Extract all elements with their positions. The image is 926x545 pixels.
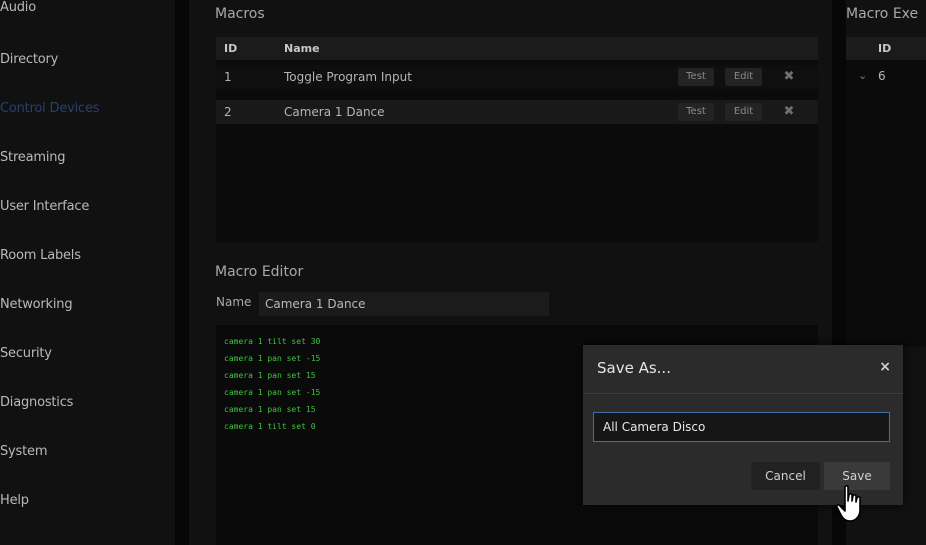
sidebar-item-control-devices[interactable]: Control Devices: [0, 101, 100, 116]
edit-button[interactable]: Edit: [725, 103, 762, 121]
sidebar-item-room-labels[interactable]: Room Labels: [0, 248, 81, 263]
test-button[interactable]: Test: [678, 103, 714, 121]
code-line: camera 1 pan set -15: [224, 354, 321, 363]
code-line: camera 1 tilt set 30: [224, 337, 321, 346]
code-line: camera 1 pan set 15: [224, 405, 316, 414]
close-icon[interactable]: ✖: [782, 68, 796, 86]
sidebar-item-audio[interactable]: Audio: [0, 0, 36, 15]
dialog-title: Save As...: [597, 359, 671, 377]
code-line: camera 1 pan set 15: [224, 371, 316, 380]
macro-name-field[interactable]: [259, 292, 549, 316]
macro-execution-title: Macro Exe: [846, 6, 919, 22]
sidebar-item-security[interactable]: Security: [0, 346, 52, 361]
sidebar-divider: [175, 0, 189, 545]
save-as-name-input[interactable]: [593, 412, 890, 442]
sidebar-item-system[interactable]: System: [0, 444, 47, 459]
macros-title: Macros: [215, 6, 265, 22]
divider: [583, 393, 903, 394]
macro-editor-title: Macro Editor: [215, 264, 304, 280]
row-id: 6: [878, 69, 886, 83]
sidebar-item-user-interface[interactable]: User Interface: [0, 199, 89, 214]
row-name: Toggle Program Input: [284, 70, 412, 84]
table-row[interactable]: 2 Camera 1 Dance Test Edit ✖: [216, 100, 818, 124]
chevron-down-icon[interactable]: ⌄: [858, 69, 867, 82]
hand-pointer-icon: [835, 485, 861, 522]
test-button[interactable]: Test: [678, 68, 714, 86]
sidebar-item-diagnostics[interactable]: Diagnostics: [0, 395, 73, 410]
column-name: Name: [284, 42, 320, 55]
edit-button[interactable]: Edit: [725, 68, 762, 86]
sidebar-item-directory[interactable]: Directory: [0, 52, 58, 67]
column-id: ID: [878, 42, 892, 55]
table-header: ID: [846, 37, 926, 60]
sidebar-item-help[interactable]: Help: [0, 493, 29, 508]
table-header: ID Name: [216, 37, 818, 60]
close-icon[interactable]: ×: [879, 359, 891, 375]
sidebar: Audio Directory Control Devices Streamin…: [0, 0, 175, 545]
row-id: 1: [224, 70, 232, 84]
column-id: ID: [224, 42, 238, 55]
row-id: 2: [224, 105, 232, 119]
sidebar-item-streaming[interactable]: Streaming: [0, 150, 66, 165]
table-row[interactable]: 1 Toggle Program Input Test Edit ✖: [216, 65, 818, 89]
code-line: camera 1 pan set -15: [224, 388, 321, 397]
code-line: camera 1 tilt set 0: [224, 422, 316, 431]
cancel-button[interactable]: Cancel: [751, 462, 820, 490]
macro-table: ID Name 1 Toggle Program Input Test Edit…: [216, 37, 818, 242]
execution-table: ID ⌄ 6: [846, 37, 926, 347]
save-as-dialog: Save As... × Cancel Save: [583, 345, 903, 505]
sidebar-item-networking[interactable]: Networking: [0, 297, 73, 312]
name-label: Name: [216, 295, 252, 309]
row-name: Camera 1 Dance: [284, 105, 385, 119]
close-icon[interactable]: ✖: [782, 103, 796, 121]
